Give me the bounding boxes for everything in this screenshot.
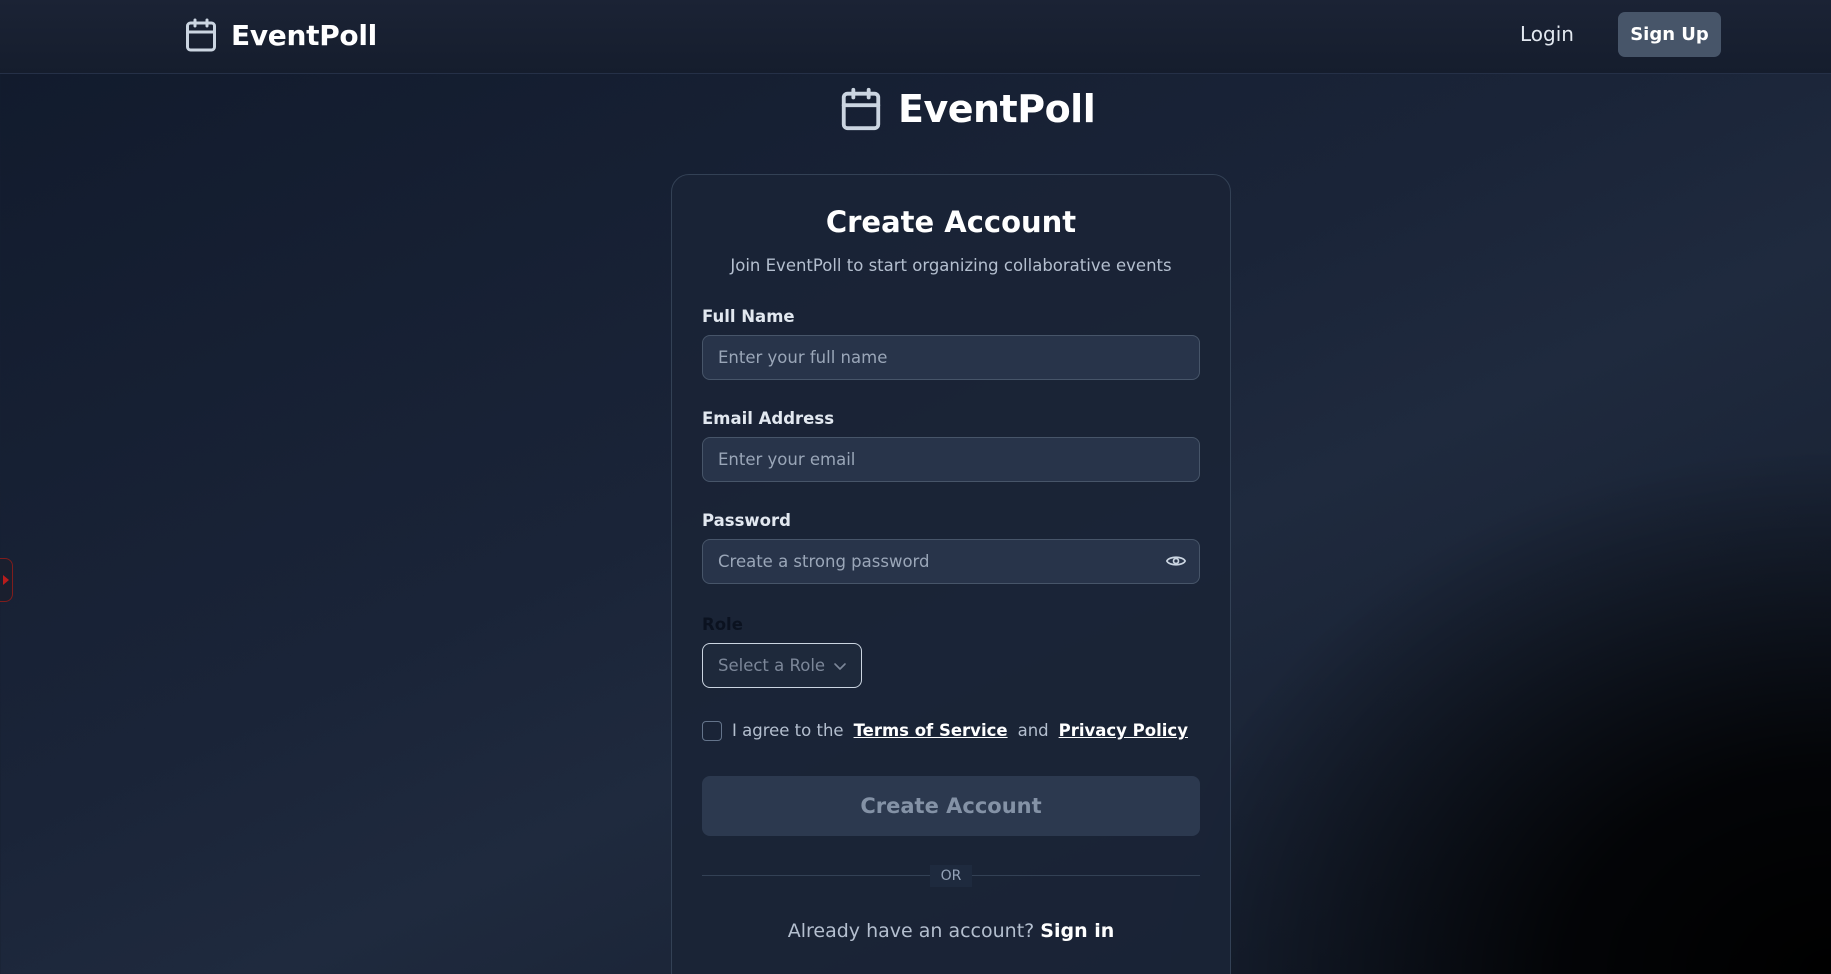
role-select-value: Select a Role [718, 656, 826, 675]
full-name-label: Full Name [702, 307, 795, 326]
role-label: Role [702, 615, 743, 634]
email-input[interactable] [702, 437, 1200, 482]
privacy-policy-link[interactable]: Privacy Policy [1059, 721, 1188, 740]
signin-prompt: Already have an account? Sign in [672, 920, 1230, 942]
hero-logo: EventPoll [838, 85, 1096, 133]
login-link[interactable]: Login [1520, 22, 1574, 46]
brand-name: EventPoll [231, 18, 377, 52]
signin-link[interactable]: Sign in [1040, 920, 1114, 942]
top-navigation: EventPoll Login Sign Up [0, 0, 1831, 74]
calendar-icon [841, 87, 881, 131]
eye-icon[interactable] [1166, 554, 1186, 568]
role-select[interactable]: Select a Role [702, 643, 862, 688]
signup-card: Create Account Join EventPoll to start o… [671, 174, 1231, 974]
terms-conjunction: and [1017, 721, 1049, 740]
terms-prefix: I agree to the [732, 721, 844, 740]
signin-prompt-text: Already have an account? [787, 920, 1035, 942]
terms-of-service-link[interactable]: Terms of Service [854, 721, 1008, 740]
terms-checkbox[interactable] [702, 721, 722, 741]
signup-button[interactable]: Sign Up [1618, 12, 1721, 57]
calendar-icon [186, 18, 216, 52]
email-label: Email Address [702, 409, 835, 428]
password-input[interactable] [702, 539, 1200, 584]
caret-right-icon [3, 575, 9, 585]
brand-logo[interactable]: EventPoll [183, 15, 377, 55]
page-subtitle: Join EventPoll to start organizing colla… [730, 256, 1172, 275]
create-account-button[interactable]: Create Account [702, 776, 1200, 836]
hero-brand-name: EventPoll [898, 87, 1096, 131]
full-name-input[interactable] [702, 335, 1200, 380]
page-title: Create Account [825, 205, 1077, 239]
side-panel-toggle[interactable] [0, 558, 13, 602]
terms-agreement: I agree to the Terms of Service and Priv… [732, 721, 1188, 740]
password-label: Password [702, 511, 791, 530]
chevron-down-icon [834, 662, 846, 670]
divider-label: OR [930, 865, 972, 887]
